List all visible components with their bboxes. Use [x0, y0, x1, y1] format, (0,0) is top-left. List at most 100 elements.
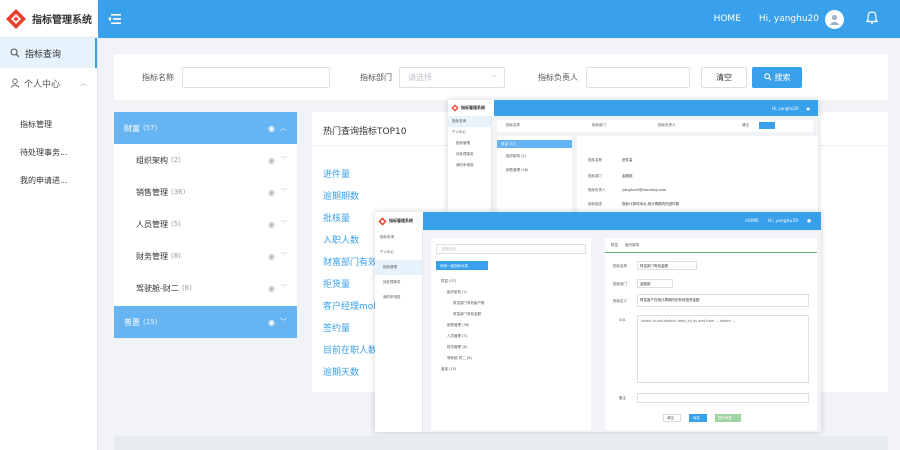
- indicator-owner-input[interactable]: [586, 66, 690, 88]
- chevron-down-icon[interactable]: ﹀: [280, 155, 287, 165]
- bell-icon: ●: [807, 218, 811, 224]
- top10-item[interactable]: 目前在职人数: [323, 343, 377, 356]
- tree-node-wealth[interactable]: 财富 (57) ◉ ︿: [114, 112, 297, 144]
- category-tree: 财富 (57) ◉ ︿ 组织架构 (2) ◉ ﹀ 销售管理 (36) ◉ ﹀ 人员管理 (5)…: [114, 112, 297, 338]
- home-link[interactable]: HOME: [714, 14, 741, 24]
- eye-icon[interactable]: ◉: [268, 284, 275, 293]
- tree-node-label: 驾驶舱-财二: [136, 283, 179, 293]
- overlay-detail-value: 金服部: [622, 174, 633, 178]
- overlay-side-item: 我的申请进: [456, 163, 474, 167]
- top10-item[interactable]: 逾期期数: [323, 189, 359, 202]
- user-icon: [10, 78, 20, 88]
- overlay-side-item: 个人中心: [380, 250, 394, 254]
- top10-item[interactable]: 签约量: [323, 321, 350, 334]
- overlay-search-input: [436, 244, 586, 254]
- overlay-content: 搜索指标 添加一级指标分类 财富 (57) 组织架构 (2) 财富部门有效客户数…: [423, 230, 821, 432]
- overlay-detail: [577, 136, 818, 212]
- chevron-down-icon[interactable]: ﹀: [280, 251, 287, 261]
- overlay-button-label: 提交审批: [718, 416, 732, 420]
- app-logo-area: 指标管理系统: [0, 0, 98, 38]
- tree-node-count: (36): [171, 188, 186, 196]
- clear-button[interactable]: 清空: [701, 66, 747, 88]
- sidebar-group-personal-center[interactable]: 个人中心 ︿: [0, 68, 97, 98]
- indicator-dept-select[interactable]: 请选择 ﹀: [399, 66, 505, 88]
- top10-item[interactable]: 客户经理mob: [323, 299, 379, 312]
- sidebar-item-my-applications[interactable]: 我的申请进...: [0, 166, 97, 194]
- tree-node-staff[interactable]: 人员管理 (5) ◉ ﹀: [114, 208, 297, 240]
- tree-node-count: (8): [171, 252, 181, 260]
- eye-icon[interactable]: ◉: [268, 124, 275, 133]
- tree-node-count: (5): [171, 220, 181, 228]
- overlay-tree-item: 普惠 (15): [441, 367, 457, 371]
- overlay-form-label: 备注: [619, 396, 626, 400]
- overlay-tab: 组织架构: [625, 243, 639, 247]
- overlay-form-field: [637, 393, 809, 403]
- sidebar-item-pending-tasks[interactable]: 待处理事务...: [0, 138, 97, 166]
- eye-icon[interactable]: ◉: [268, 156, 275, 165]
- indicator-owner-label: 指标负责人: [538, 72, 578, 82]
- overlay-form-value: 金服部: [640, 281, 651, 286]
- tree-node-cockpit[interactable]: 驾驶舱-财二 (6) ◉ ﹀: [114, 272, 297, 304]
- overlay-content: 指标名称 指标部门 指标负责人 清空 财富 (57) 组织架构 (2) 销售管理…: [492, 116, 818, 212]
- tree-node-sales[interactable]: 销售管理 (36) ◉ ﹀: [114, 176, 297, 208]
- overlay-label: 指标名称: [506, 123, 520, 127]
- tree-node-label: 人员管理: [136, 219, 168, 229]
- overlay-form-label: 指标名称: [613, 264, 627, 268]
- overlay-search-button: [759, 122, 775, 129]
- eye-icon[interactable]: ◉: [268, 220, 275, 229]
- indicator-name-input[interactable]: [182, 66, 330, 88]
- tree-node-finance[interactable]: 财务管理 (8) ◉ ﹀: [114, 240, 297, 272]
- search-icon: [10, 48, 20, 58]
- app-title: 指标管理系统: [32, 15, 92, 26]
- menu-toggle-icon[interactable]: [108, 13, 122, 25]
- chevron-down-icon: ﹀: [490, 74, 497, 82]
- overlay-sql-box: [637, 315, 809, 383]
- overlay-logo: 指标管理系统: [375, 212, 423, 230]
- chevron-down-icon[interactable]: ﹀: [280, 219, 287, 229]
- overlay-side-item: 指标查询: [448, 116, 491, 127]
- overlay-sql-text: select count(distinct dept_id) as amt fr…: [641, 319, 736, 323]
- overlay-tree-item: 财富部门有效客户数: [453, 301, 485, 305]
- clear-button-label: 清空: [716, 72, 732, 82]
- sidebar-item-indicator-manage[interactable]: 指标管理: [0, 110, 97, 138]
- eye-icon[interactable]: ◉: [268, 318, 275, 327]
- overlay-tab: 财富: [611, 243, 618, 247]
- tree-node-org[interactable]: 组织架构 (2) ◉ ﹀: [114, 144, 297, 176]
- overlay-button-label: 清空: [667, 416, 674, 420]
- top10-item[interactable]: 逾期天数: [323, 365, 359, 378]
- overlay-tree-item: 驾驶舱-财二 (6): [447, 356, 472, 360]
- sidebar-item-indicator-query[interactable]: 指标查询: [0, 38, 97, 68]
- indicator-name-label: 指标名称: [142, 72, 174, 82]
- avatar[interactable]: [825, 9, 844, 29]
- top10-item[interactable]: 进件量: [323, 167, 350, 180]
- bell-icon[interactable]: [865, 11, 879, 27]
- overlay-button-label: 保存: [693, 416, 700, 420]
- overlay-logo: 指标管理系统: [448, 100, 494, 116]
- overlay-detail-label: 指标部门: [588, 174, 602, 178]
- overlay-add-button-label: 添加一级指标分类: [440, 263, 468, 268]
- chevron-up-icon: ︿: [80, 79, 87, 87]
- overlay-side-item: 个人中心: [452, 130, 466, 134]
- tree-node-label: 销售管理: [136, 187, 168, 197]
- tree-node-label: 组织架构: [136, 155, 168, 165]
- user-greeting[interactable]: Hi, yanghu20: [759, 14, 819, 24]
- tree-node-count: (6): [181, 284, 192, 292]
- top10-item[interactable]: 拒货量: [323, 277, 350, 290]
- overlay-side-item: 指标查询: [380, 235, 394, 239]
- chevron-down-icon[interactable]: ﹀: [280, 187, 287, 197]
- tree-node-inclusive[interactable]: 普惠 (15) ◉ ﹀: [114, 306, 297, 338]
- eye-icon[interactable]: ◉: [268, 252, 275, 261]
- overlay-tree-item: 销售管理 (36): [506, 168, 529, 172]
- chevron-down-icon[interactable]: ﹀: [280, 317, 287, 327]
- top10-item[interactable]: 批核量: [323, 211, 350, 224]
- search-icon: [763, 73, 772, 81]
- top10-item[interactable]: 入职人数: [323, 233, 359, 246]
- chevron-down-icon[interactable]: ﹀: [280, 283, 287, 293]
- overlay-sidebar: 指标查询 个人中心 指标管理 待处理事务 我的申请进: [448, 116, 492, 212]
- eye-icon[interactable]: ◉: [268, 188, 275, 197]
- search-button[interactable]: 搜索: [752, 66, 802, 88]
- chevron-up-icon[interactable]: ︿: [280, 123, 287, 133]
- app-logo-icon: [451, 104, 459, 112]
- tree-node-count: (15): [143, 318, 158, 326]
- top10-item[interactable]: 财富部门有效: [323, 255, 377, 268]
